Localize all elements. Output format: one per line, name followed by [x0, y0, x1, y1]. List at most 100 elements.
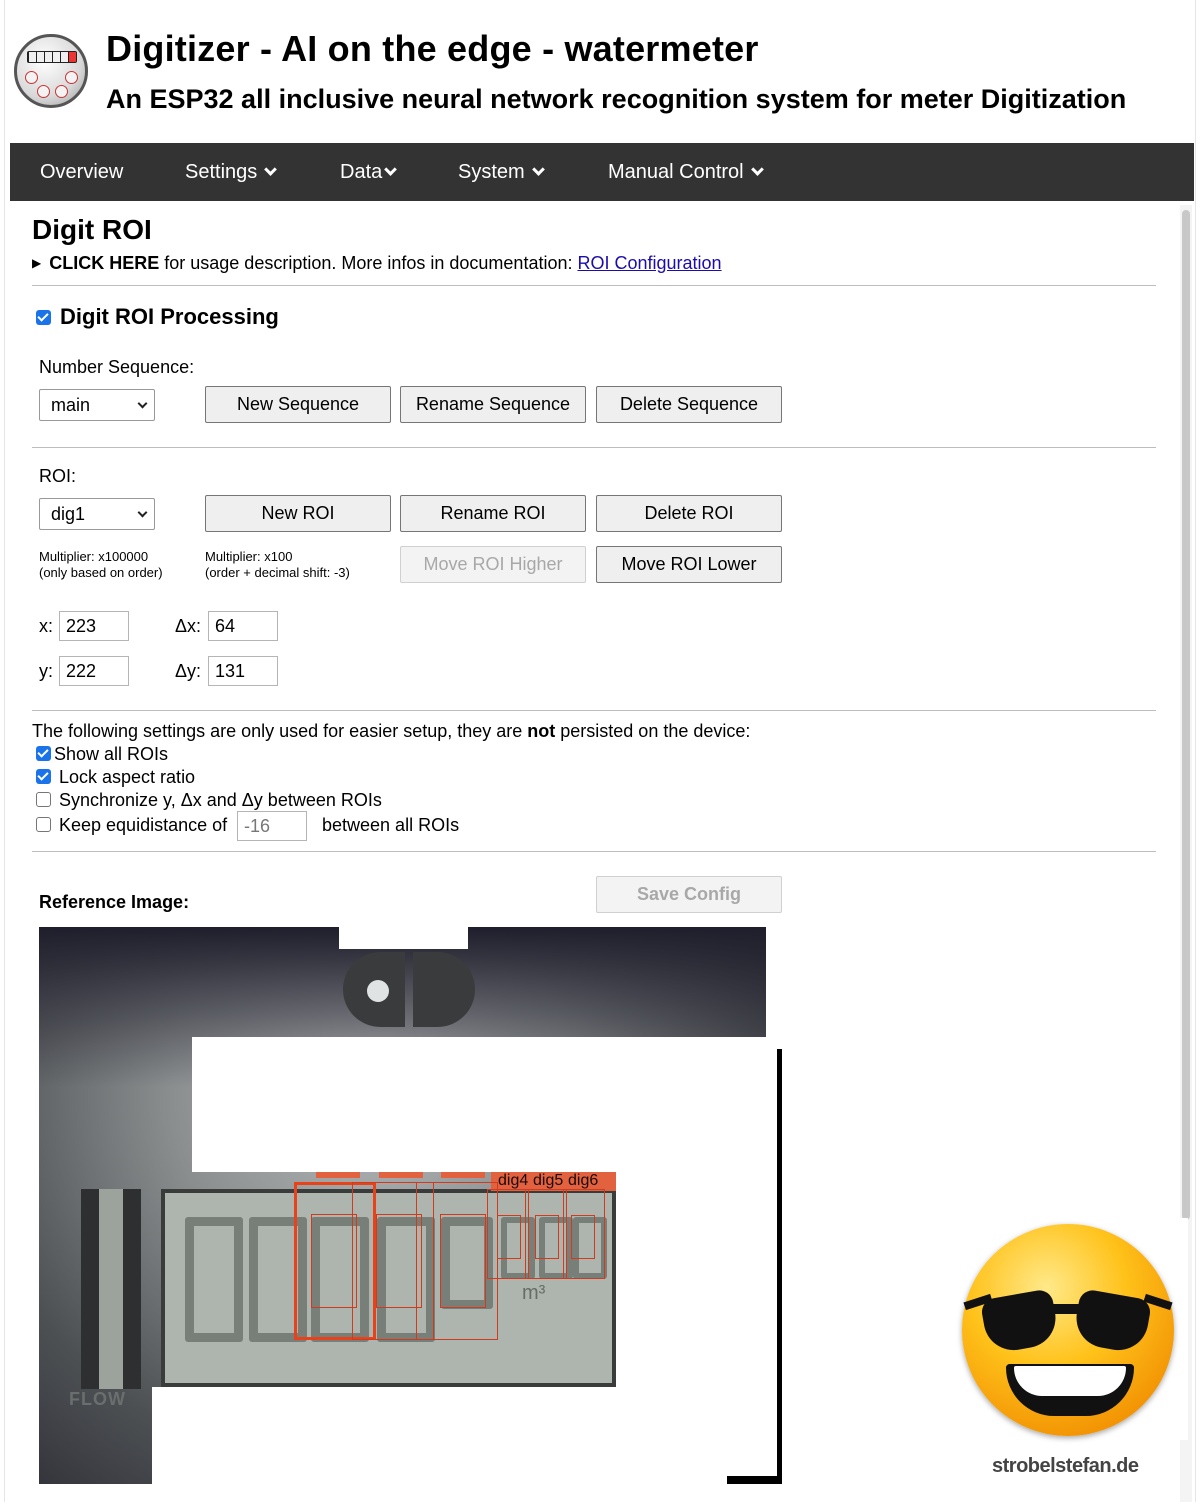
chevron-down-icon — [384, 163, 398, 176]
nav-label: Data — [340, 161, 383, 183]
digit-roi-processing-label: Digit ROI Processing — [60, 304, 279, 329]
logo-dial-icon — [65, 71, 78, 84]
nav-overview[interactable]: Overview — [40, 143, 123, 201]
multiplier-line: (only based on order) — [39, 565, 163, 580]
dy-input[interactable]: 131 — [208, 656, 278, 686]
page-frame-right — [1195, 0, 1196, 1502]
image-mask — [152, 1387, 616, 1484]
divider — [32, 285, 1156, 286]
page-frame-left — [4, 0, 5, 1502]
logo-dial-icon — [25, 71, 38, 84]
scrollbar-thumb[interactable] — [1182, 210, 1190, 1220]
flow-label: FLOW — [69, 1389, 126, 1409]
roi-label-dig5: dig5 — [533, 1172, 564, 1189]
x-label: x: — [39, 616, 54, 636]
lock-aspect-ratio-label: Lock aspect ratio — [59, 767, 196, 787]
digit-roi-processing-checkbox[interactable] — [36, 310, 51, 325]
keep-equidistance-checkbox[interactable] — [36, 817, 51, 832]
show-all-rois-label: Show all ROIs — [54, 744, 169, 764]
roi-select[interactable]: dig1 — [39, 498, 155, 530]
nav-data[interactable]: Data — [340, 143, 398, 201]
image-mask — [616, 1172, 767, 1484]
meter-logo-icon — [14, 34, 88, 108]
select-value: main — [51, 395, 91, 415]
dx-label: Δx: — [175, 616, 202, 636]
keep-equidistance-label: Keep equidistance of — [59, 815, 228, 835]
nav-label: System — [458, 161, 525, 183]
lcd-digit — [185, 1217, 243, 1342]
roi-box-inner — [535, 1215, 559, 1259]
delete-roi-button[interactable]: Delete ROI — [596, 495, 782, 532]
multiplier-line: Multiplier: x100000 — [39, 549, 149, 564]
chevron-down-icon — [264, 163, 278, 176]
sunglasses-lens — [979, 1288, 1061, 1355]
multiplier-line: (order + decimal shift: -3) — [205, 565, 350, 580]
roi-label-tab — [379, 1172, 423, 1178]
roi-box-inner — [440, 1214, 486, 1308]
roi-label-dig6: dig6 — [568, 1172, 599, 1189]
nav-label: Settings — [185, 161, 258, 183]
image-mask — [339, 927, 468, 949]
between-all-rois-label: between all ROIs — [322, 815, 460, 835]
reference-image-canvas[interactable]: m³ FLOW dig4 dig5 dig6 — [39, 927, 782, 1484]
show-all-rois-checkbox[interactable] — [36, 746, 51, 761]
select-value: dig1 — [51, 504, 86, 524]
sensor-right — [413, 952, 475, 1027]
main-nav: Overview Settings Data System Manual Con… — [10, 143, 1194, 201]
nav-manual-control[interactable]: Manual Control — [608, 143, 764, 201]
reference-image-label: Reference Image: — [39, 892, 190, 912]
nav-system[interactable]: System — [458, 143, 545, 201]
nav-label: Overview — [40, 161, 124, 183]
app-subtitle: An ESP32 all inclusive neural network re… — [106, 84, 1127, 114]
divider — [32, 851, 1156, 852]
chevron-down-icon — [750, 163, 764, 176]
number-sequence-select[interactable]: main — [39, 389, 155, 421]
save-config-button[interactable]: Save Config — [596, 876, 782, 913]
delete-sequence-button[interactable]: Delete Sequence — [596, 386, 782, 423]
y-label: y: — [39, 661, 54, 681]
synchronize-rois-checkbox[interactable] — [36, 792, 51, 807]
rename-roi-button[interactable]: Rename ROI — [400, 495, 586, 532]
roi-label-tab — [316, 1172, 360, 1178]
usage-disclosure[interactable]: ▶ CLICK HERE for usage description. More … — [32, 253, 722, 274]
roi-label: ROI: — [39, 466, 77, 486]
y-input[interactable]: 222 — [59, 656, 129, 686]
number-sequence-label: Number Sequence: — [39, 357, 195, 377]
chevron-down-icon — [137, 507, 148, 518]
roi-label-tab — [441, 1172, 485, 1178]
equidistance-input[interactable]: -16 — [237, 811, 307, 841]
sensor-left — [343, 952, 405, 1027]
multiplier-order-info: Multiplier: x100000 (only based on order… — [39, 549, 163, 581]
rename-sequence-button[interactable]: Rename Sequence — [400, 386, 586, 423]
image-border — [777, 1049, 782, 1484]
meter-sensor — [343, 952, 475, 1027]
nav-settings[interactable]: Settings — [185, 143, 278, 201]
image-border — [727, 1476, 782, 1484]
move-roi-higher-button[interactable]: Move ROI Higher — [400, 546, 586, 583]
new-sequence-button[interactable]: New Sequence — [205, 386, 391, 423]
dx-input[interactable]: 64 — [208, 611, 278, 641]
move-roi-lower-button[interactable]: Move ROI Lower — [596, 546, 782, 583]
roi-box-inner — [497, 1215, 521, 1259]
app-title: Digitizer - AI on the edge - watermeter — [106, 28, 759, 69]
roi-box-inner — [311, 1214, 357, 1308]
usage-text: for usage description. More infos in doc… — [159, 253, 578, 273]
page-title: Digit ROI — [32, 214, 152, 245]
setup-note: The following settings are only used for… — [32, 721, 750, 742]
setup-note-post: persisted on the device: — [555, 721, 751, 741]
x-input[interactable]: 223 — [59, 611, 129, 641]
roi-box-inner — [571, 1215, 595, 1259]
chevron-down-icon — [531, 163, 545, 176]
new-roi-button[interactable]: New ROI — [205, 495, 391, 532]
disclosure-triangle-icon: ▶ — [32, 256, 42, 270]
glasses-bridge — [1050, 1304, 1086, 1314]
roi-configuration-link[interactable]: ROI Configuration — [577, 253, 721, 273]
divider — [32, 710, 1156, 711]
nav-label: Manual Control — [608, 161, 744, 183]
lock-aspect-ratio-checkbox[interactable] — [36, 769, 51, 784]
sunglasses-lens — [1071, 1288, 1153, 1355]
lcd-left-bar — [81, 1189, 141, 1389]
setup-note-bold: not — [527, 721, 556, 741]
dy-label: Δy: — [175, 661, 202, 681]
watermark-credit: strobelstefan.de — [992, 1455, 1139, 1477]
